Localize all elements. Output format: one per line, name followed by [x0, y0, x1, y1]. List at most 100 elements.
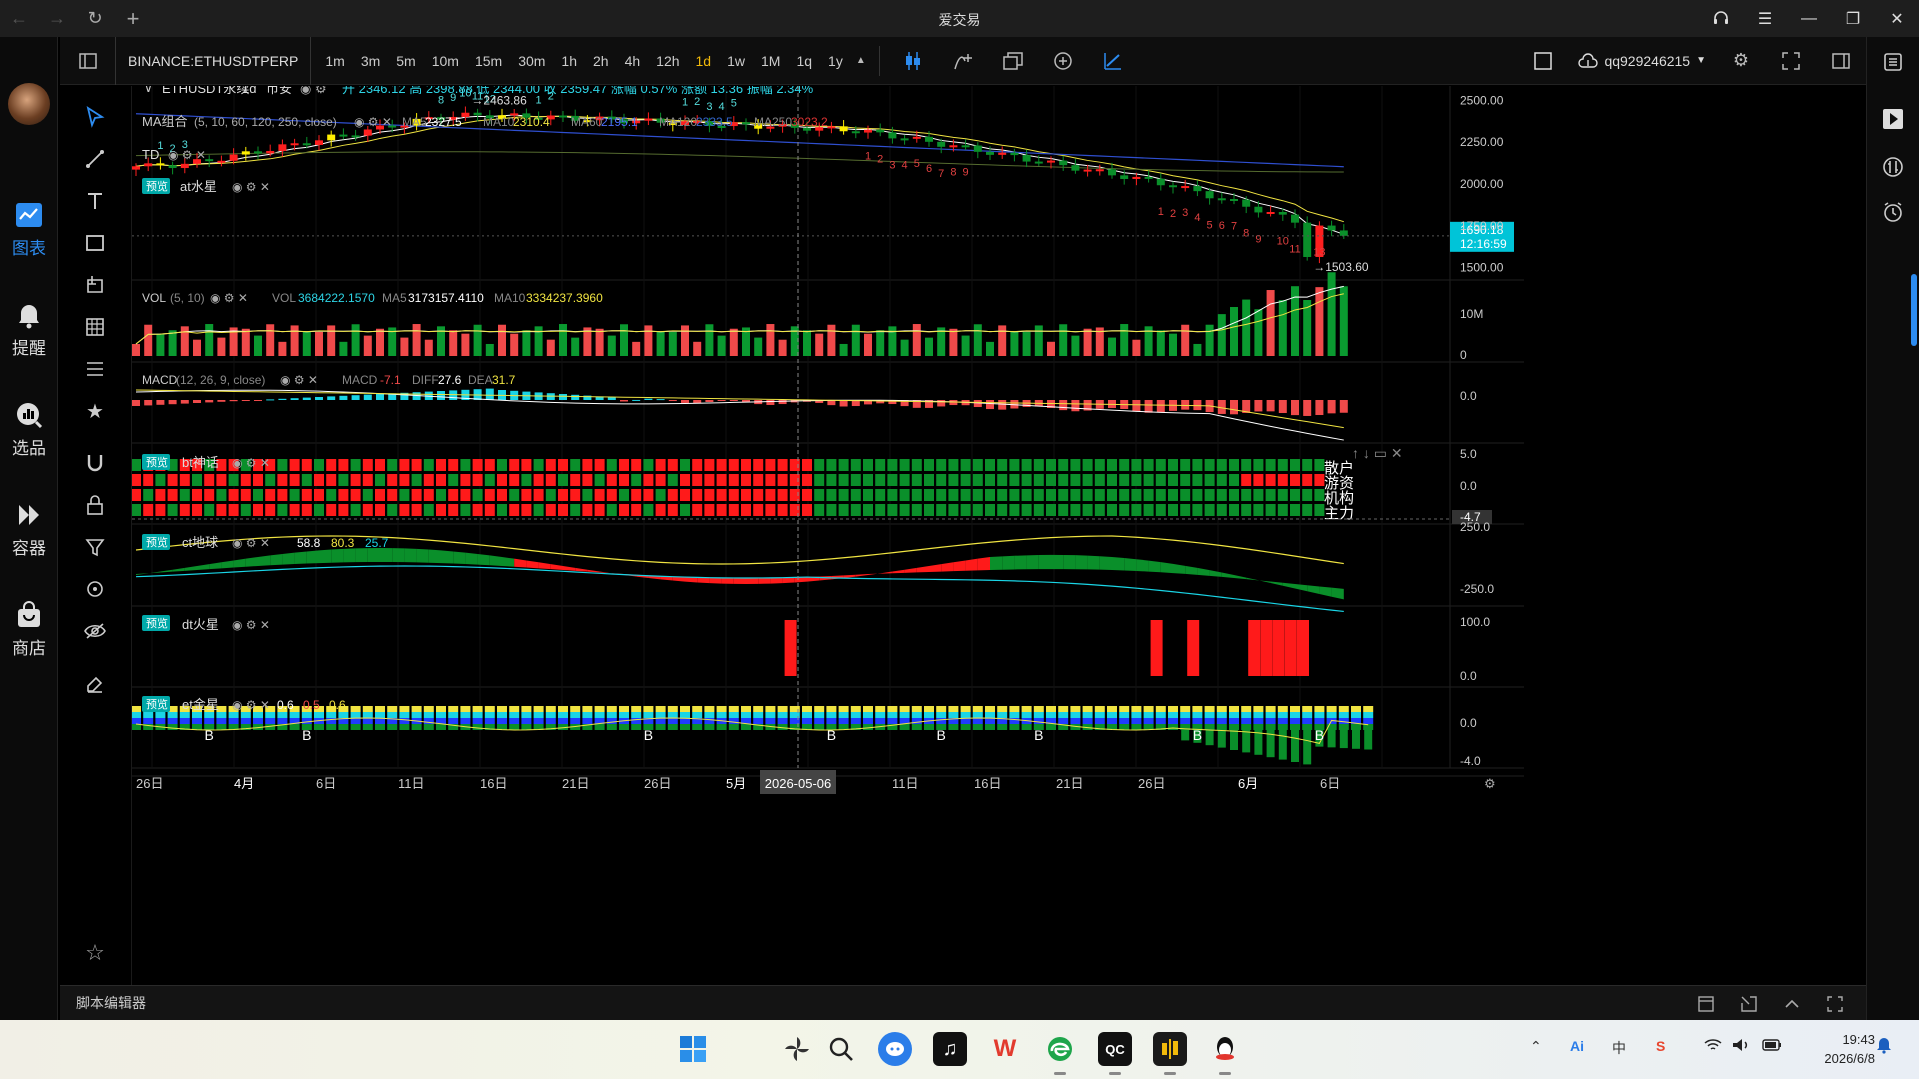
play-icon[interactable] — [1878, 104, 1908, 134]
avatar[interactable] — [8, 83, 50, 125]
rectangle-icon[interactable] — [80, 228, 110, 258]
draw-line-icon[interactable] — [1088, 37, 1138, 85]
side-panel-icon[interactable] — [1816, 37, 1866, 85]
volume-bar — [717, 335, 726, 356]
fib-icon[interactable] — [80, 354, 110, 384]
bt-heat-cell — [1216, 489, 1227, 501]
back-icon[interactable]: ← — [0, 0, 38, 37]
chart-canvas[interactable]: 1 2 38 9 10 11 12 1 2 1 2 3 4 51 23 4 5 6 7 8 91 2 3 45 6 78 9 1011… — [132, 86, 1866, 985]
interval-4h[interactable]: 4h — [617, 53, 649, 69]
clock[interactable]: 19:43 2026/6/8 — [1824, 1030, 1875, 1068]
ai-tray-icon[interactable]: Ai — [1570, 1038, 1584, 1054]
chart-area[interactable]: 1 2 3 8 9 10 11 12 1 2 1 2 3 4 5 1 2 3 4 5 6 7 8 9 1 2 3 4 5 6 7 8 9 10 11… — [132, 86, 1866, 985]
close-icon[interactable]: ✕ — [1875, 0, 1919, 37]
interval-30m[interactable]: 30m — [510, 53, 553, 69]
et-stripe — [802, 718, 812, 724]
interval-10m[interactable]: 10m — [424, 53, 467, 69]
chat-app-icon[interactable] — [878, 1032, 912, 1066]
sidebar-scrollbar[interactable] — [1911, 274, 1917, 346]
settings-icon[interactable]: ⚙ — [1716, 37, 1766, 85]
eraser-icon[interactable] — [80, 668, 110, 698]
watchlist-icon[interactable] — [1878, 47, 1908, 77]
interval-15m[interactable]: 15m — [467, 53, 510, 69]
tiktok-icon[interactable]: ♫ — [933, 1032, 967, 1066]
eye-icon[interactable] — [80, 616, 110, 646]
nav-item-store[interactable]: 商店 — [0, 600, 58, 670]
edge-browser-icon[interactable] — [1043, 1032, 1077, 1075]
target-icon[interactable] — [80, 574, 110, 604]
save-script-icon[interactable] — [1684, 986, 1727, 1021]
notification-bell-icon[interactable] — [1876, 1036, 1892, 1057]
maximize-panel-icon[interactable] — [1813, 986, 1856, 1021]
star-icon[interactable]: ★ — [80, 396, 110, 426]
et-stripe — [619, 724, 629, 730]
user-menu[interactable]: qq929246215 ▼ — [1568, 53, 1716, 69]
restore-icon[interactable]: ❐ — [1831, 0, 1875, 37]
expand-icon[interactable] — [1766, 37, 1816, 85]
tray-expand-icon[interactable]: ⌃ — [1530, 1038, 1542, 1055]
filter-icon[interactable] — [80, 532, 110, 562]
alert-add-icon[interactable] — [1038, 37, 1088, 85]
interval-1w[interactable]: 1w — [719, 53, 753, 69]
trend-line-icon[interactable] — [80, 144, 110, 174]
text-icon[interactable] — [80, 186, 110, 216]
interval-2h[interactable]: 2h — [585, 53, 617, 69]
interval-1q[interactable]: 1q — [788, 53, 820, 69]
nav-item-container[interactable]: 容器 — [0, 500, 58, 570]
compare-icon[interactable] — [988, 37, 1038, 85]
refresh-icon[interactable]: ↻ — [76, 0, 114, 37]
support-icon[interactable] — [1699, 0, 1743, 37]
interval-1m[interactable]: 1m — [317, 53, 352, 69]
bt-heat-cell — [997, 489, 1008, 501]
fullscreen-box-icon[interactable] — [1518, 37, 1568, 85]
nav-item-alerts[interactable]: 提醒 — [0, 300, 58, 370]
forward-icon[interactable]: → — [38, 0, 76, 37]
qq-icon[interactable] — [1208, 1032, 1242, 1075]
start-icon[interactable] — [676, 1032, 710, 1066]
interval-1M[interactable]: 1M — [753, 53, 788, 69]
menu-icon[interactable]: ☰ — [1743, 0, 1787, 37]
bt-heat-cell — [155, 489, 166, 501]
qc-app-icon[interactable]: QC — [1098, 1032, 1132, 1075]
wifi-icon[interactable] — [1704, 1038, 1722, 1055]
candle-type-icon[interactable] — [888, 37, 938, 85]
interval-1h[interactable]: 1h — [553, 53, 585, 69]
magnet-icon[interactable] — [80, 448, 110, 478]
layout-panel-icon[interactable] — [60, 36, 116, 85]
favorite-icon[interactable]: ☆ — [80, 938, 110, 968]
trading-app-icon[interactable] — [1153, 1032, 1187, 1075]
nav-item-screener[interactable]: 选品 — [0, 400, 58, 470]
battery-icon[interactable] — [1762, 1038, 1782, 1054]
measure-icon[interactable] — [80, 270, 110, 300]
nav-item-chart[interactable]: 图表 — [0, 200, 58, 270]
interval-more-icon[interactable]: ▲ — [851, 37, 871, 85]
at-indicator-label: at水星 — [180, 179, 217, 194]
ma-value: 3023.2 — [791, 115, 828, 129]
grid-icon[interactable] — [80, 312, 110, 342]
nav-label: 容器 — [12, 539, 46, 558]
interval-12h[interactable]: 12h — [648, 53, 687, 69]
symbol-selector[interactable]: BINANCE:ETHUSDTPERP — [116, 36, 312, 85]
volume-icon[interactable] — [1732, 1038, 1750, 1055]
new-script-icon[interactable] — [1727, 986, 1770, 1021]
interval-1d[interactable]: 1d — [688, 53, 720, 69]
collapse-up-icon[interactable] — [1770, 986, 1813, 1021]
new-tab-icon[interactable]: + — [114, 0, 152, 37]
search-icon[interactable] — [824, 1032, 858, 1066]
indicator-icon[interactable] — [938, 37, 988, 85]
minimize-icon[interactable]: — — [1787, 0, 1831, 37]
script-editor-title[interactable]: 脚本编辑器 — [60, 993, 146, 1013]
interval-3m[interactable]: 3m — [353, 53, 388, 69]
interval-5m[interactable]: 5m — [388, 53, 423, 69]
lock-icon[interactable] — [80, 490, 110, 520]
pinwheel-app-icon[interactable] — [780, 1032, 814, 1066]
et-stripe — [545, 718, 556, 724]
cursor-icon[interactable] — [80, 102, 110, 132]
candle-body — [180, 163, 189, 169]
interval-1y[interactable]: 1y — [820, 53, 851, 69]
ime-indicator[interactable]: 中 — [1612, 1038, 1626, 1058]
clock-alert-icon[interactable] — [1878, 197, 1908, 227]
order-book-icon[interactable] — [1878, 152, 1908, 182]
wps-icon[interactable]: W — [988, 1032, 1022, 1066]
sogou-icon[interactable]: S — [1656, 1038, 1665, 1054]
